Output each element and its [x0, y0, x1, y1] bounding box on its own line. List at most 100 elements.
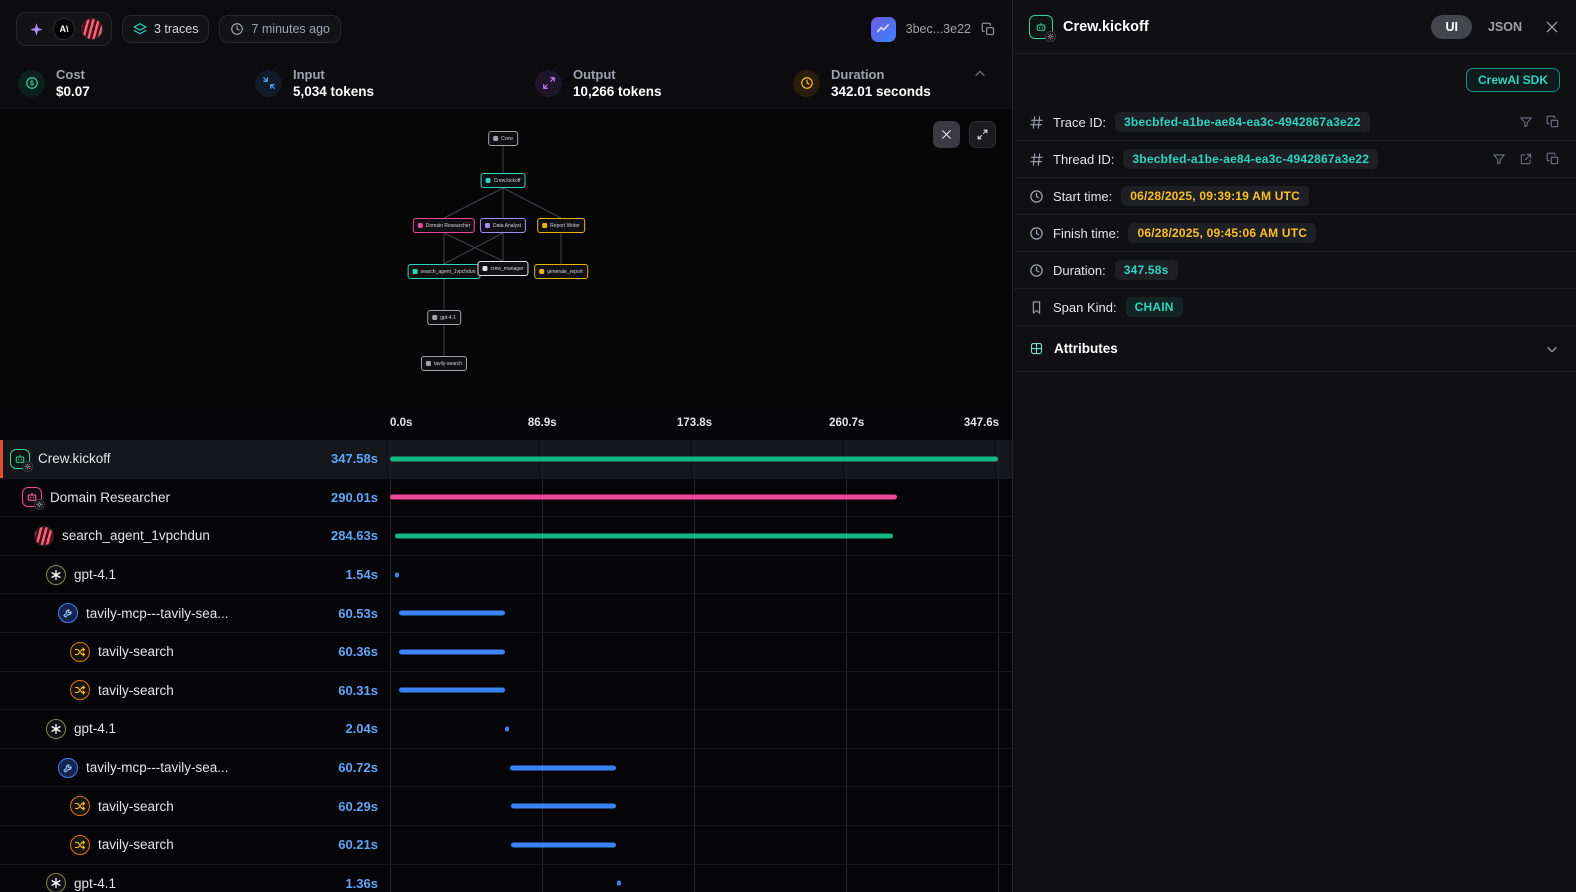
- span-label: tavily-search: [98, 644, 174, 659]
- waterfall: 0.0s86.9s173.8s260.7s347.6s Crew.kickoff…: [0, 406, 1012, 892]
- stat-value: 342.01 seconds: [831, 84, 931, 99]
- graph-node-kickoff[interactable]: Crew.kickoff: [481, 173, 526, 188]
- span-track: [390, 479, 999, 517]
- node-dot: [413, 269, 418, 274]
- graph-node-tavily[interactable]: tavily-search: [421, 356, 467, 371]
- field-actions: [1492, 152, 1560, 166]
- copy-icon[interactable]: [981, 22, 996, 37]
- attributes-section[interactable]: Attributes: [1013, 326, 1576, 372]
- sdk-badge: CrewAI SDK: [1466, 68, 1560, 92]
- span-row[interactable]: gpt-4.11.36s: [0, 865, 1012, 892]
- graph-node-writer[interactable]: Report Writer: [537, 218, 585, 233]
- graph-node-analyst[interactable]: Data Analyst: [480, 218, 526, 233]
- svg-text:$: $: [30, 81, 34, 88]
- tools-icon: [58, 758, 78, 778]
- graph-node-search[interactable]: search_agent_1vpchdun: [408, 264, 481, 279]
- span-row[interactable]: Domain Researcher290.01s: [0, 479, 1012, 518]
- span-label: tavily-search: [98, 837, 174, 852]
- app-root: A\ 3 traces 7 minutes ago 3bec...3e22 $C…: [0, 0, 1576, 892]
- field-value: 3becbfed-a1be-ae84-ea3c-4942867a3e22: [1123, 149, 1378, 169]
- span-row[interactable]: gpt-4.12.04s: [0, 710, 1012, 749]
- span-row[interactable]: tavily-mcp---tavily-sea...60.72s: [0, 749, 1012, 788]
- span-label: gpt-4.1: [74, 876, 116, 891]
- hash-icon: [1029, 115, 1044, 130]
- span-duration: 60.53s: [338, 606, 378, 621]
- span-bar: [390, 495, 897, 500]
- span-name-cell: tavily-mcp---tavily-sea...60.53s: [0, 603, 390, 623]
- graph-node-manager[interactable]: crew_manager: [477, 261, 528, 276]
- filter-icon[interactable]: [1519, 115, 1533, 129]
- tab-ui[interactable]: UI: [1431, 15, 1472, 39]
- chevron-down-icon: [1544, 341, 1560, 357]
- span-duration: 60.36s: [338, 644, 378, 659]
- span-row[interactable]: tavily-search 60.36s: [0, 633, 1012, 672]
- span-duration: 60.72s: [338, 760, 378, 775]
- span-track: [390, 672, 999, 710]
- external-icon[interactable]: [1519, 152, 1533, 166]
- axis-tick: 0.0s: [390, 417, 412, 429]
- span-name-cell: tavily-mcp---tavily-sea...60.72s: [0, 758, 390, 778]
- axis-tick: 86.9s: [528, 417, 557, 429]
- detail-field: Finish time:06/28/2025, 09:45:06 AM UTC: [1013, 215, 1576, 252]
- graph-node-domain[interactable]: Domain Researcher: [413, 218, 475, 233]
- close-panel-icon[interactable]: [1544, 19, 1560, 35]
- span-bar: [395, 572, 399, 577]
- clock-icon: [1029, 263, 1044, 278]
- stat-cost: $Cost$0.07: [18, 67, 255, 99]
- filter-icon[interactable]: [1492, 152, 1506, 166]
- stat-value: 5,034 tokens: [293, 84, 374, 99]
- tab-json[interactable]: JSON: [1488, 20, 1522, 34]
- input-icon: [255, 70, 282, 97]
- duration-icon: [793, 70, 820, 97]
- span-name-cell: tavily-search60.31s: [0, 680, 390, 700]
- copy-icon[interactable]: [1546, 152, 1560, 166]
- span-row[interactable]: tavily-search60.21s: [0, 826, 1012, 865]
- node-dot: [486, 178, 491, 183]
- span-row[interactable]: gpt-4.11.54s: [0, 556, 1012, 595]
- collapse-chevron-icon[interactable]: [972, 66, 988, 82]
- span-track: [390, 633, 999, 671]
- span-name-cell: Domain Researcher290.01s: [0, 487, 390, 507]
- analytics-button[interactable]: [871, 17, 896, 42]
- span-track: [390, 749, 999, 787]
- span-row[interactable]: tavily-search60.31s: [0, 672, 1012, 711]
- field-value: 06/28/2025, 09:45:06 AM UTC: [1128, 223, 1316, 243]
- graph-node-generate[interactable]: generate_report: [534, 264, 588, 279]
- node-dot: [539, 269, 544, 274]
- traces-count-badge[interactable]: 3 traces: [122, 15, 209, 43]
- graph-node-crew[interactable]: Crew: [488, 131, 518, 146]
- span-duration: 284.63s: [331, 528, 378, 543]
- span-bar: [505, 726, 509, 731]
- stat-label: Input: [293, 67, 374, 82]
- crewai-logo-icon[interactable]: [81, 18, 103, 40]
- span-track: [390, 826, 999, 864]
- span-row[interactable]: tavily-search60.29s: [0, 787, 1012, 826]
- stat-output: Output10,266 tokens: [535, 67, 793, 99]
- field-label: Duration:: [1053, 263, 1106, 278]
- span-label: Crew.kickoff: [38, 451, 111, 466]
- span-track: [390, 594, 999, 632]
- span-row[interactable]: search_agent_1vpchdun284.63s: [0, 517, 1012, 556]
- node-dot: [418, 223, 423, 228]
- attributes-label: Attributes: [1054, 341, 1118, 356]
- graph-expand-button[interactable]: [969, 121, 996, 148]
- field-label: Trace ID:: [1053, 115, 1106, 130]
- span-bar: [511, 842, 616, 847]
- node-dot: [493, 136, 498, 141]
- graph-node-gpt[interactable]: gpt-4.1: [427, 310, 461, 325]
- span-row[interactable]: Crew.kickoff347.58s: [0, 440, 1012, 479]
- span-row[interactable]: tavily-mcp---tavily-sea...60.53s: [0, 594, 1012, 633]
- crewai-agent-icon: [34, 526, 54, 546]
- copy-icon[interactable]: [1546, 115, 1560, 129]
- span-name-cell: gpt-4.11.54s: [0, 565, 390, 585]
- trace-age-label: 7 minutes ago: [251, 22, 330, 36]
- graph-close-button[interactable]: [933, 121, 960, 148]
- stat-value: 10,266 tokens: [573, 84, 662, 99]
- openai-icon: [46, 565, 66, 585]
- sparkle-logo-icon[interactable]: [25, 18, 47, 40]
- anthropic-logo-icon[interactable]: A\: [53, 18, 75, 40]
- layers-icon: [133, 22, 147, 36]
- span-bar: [510, 765, 616, 770]
- field-label: Span Kind:: [1053, 300, 1117, 315]
- span-duration: 60.29s: [338, 799, 378, 814]
